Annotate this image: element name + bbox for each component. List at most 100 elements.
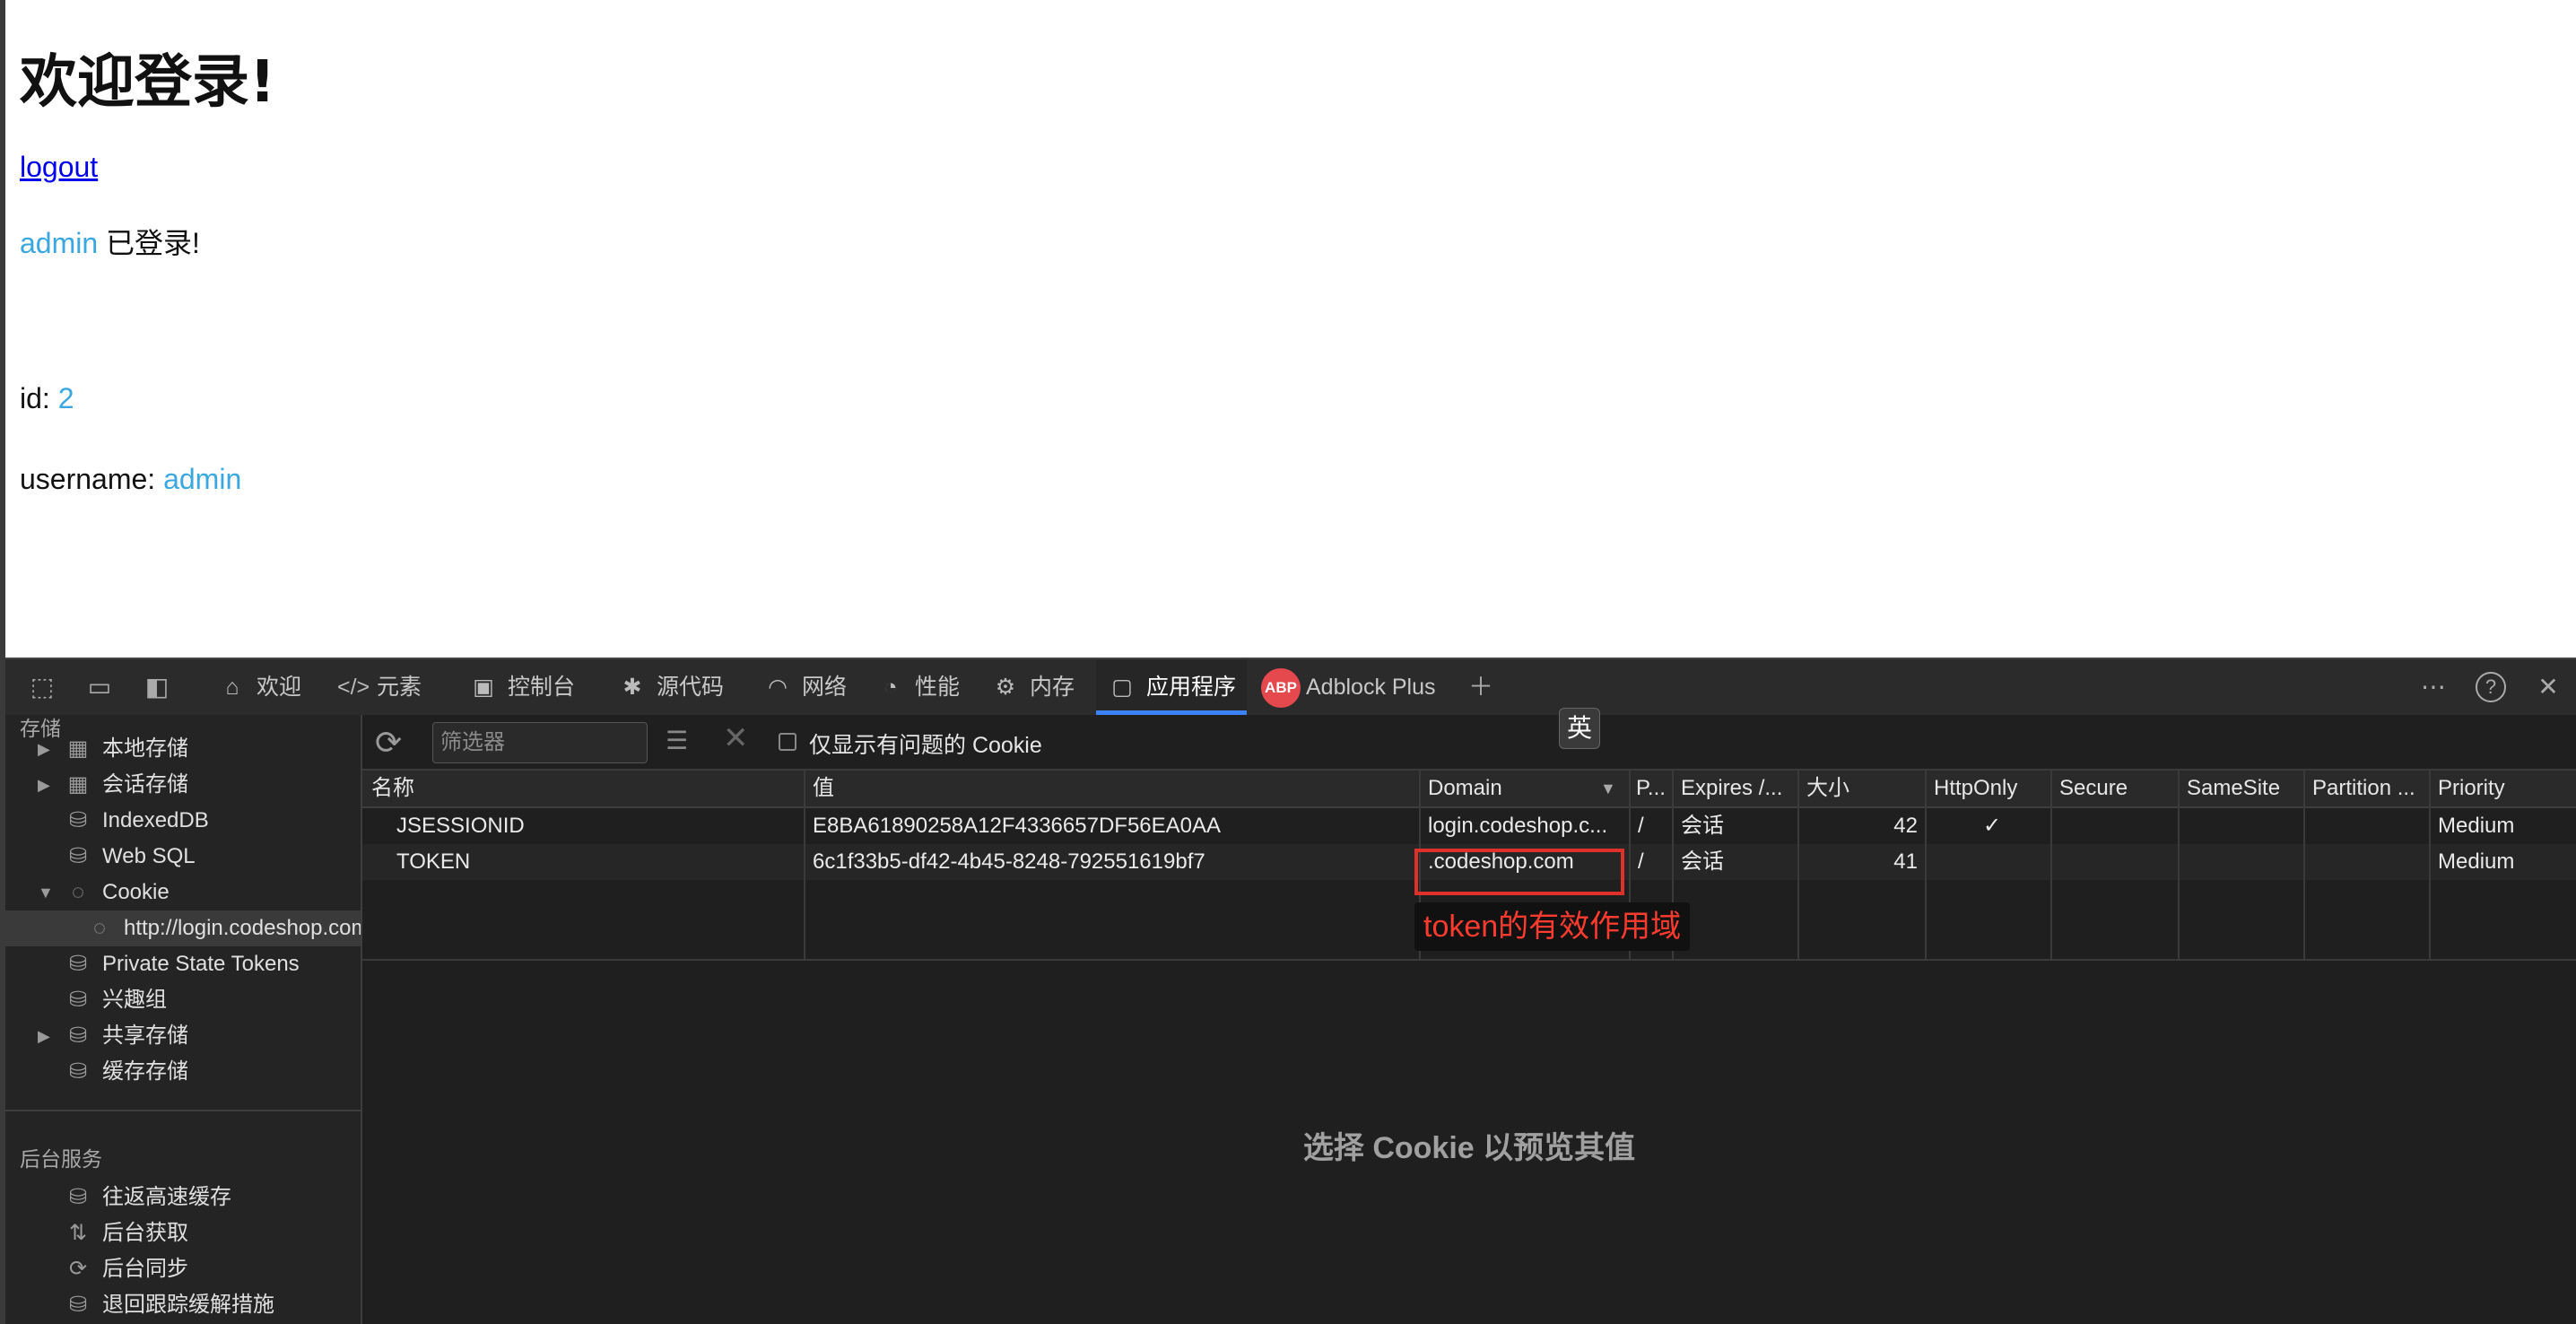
expand-arrow-icon[interactable]: ▶ [38,1018,50,1054]
bug-icon: ✱ [622,675,642,700]
delete-selected-icon[interactable]: ✕ [723,720,749,756]
column-divider[interactable] [804,771,805,959]
column-divider[interactable] [1797,771,1799,959]
close-icon[interactable]: ✕ [2533,672,2563,702]
cookie-panel: ⟳ ☰ ✕ 仅显示有问题的 Cookie 名称 值 Domain ▼ P... … [362,715,2576,1324]
col-samesite[interactable]: SameSite [2187,771,2303,806]
column-divider[interactable] [2303,771,2305,959]
sidebar-item-cache-storage[interactable]: ⛁ 缓存存储 [5,1054,361,1090]
tab-adblock-plus[interactable]: ABP Adblock Plus [1261,659,1436,715]
sidebar-item-local-storage[interactable]: ▶ ▦ 本地存储 [5,731,361,767]
tab-network[interactable]: ◠ 网络 [762,659,847,715]
gauge-icon: ◔ [883,675,898,700]
tab-console[interactable]: ▣ 控制台 [468,659,575,715]
cookie-path: / [1638,849,1644,874]
column-divider[interactable] [2178,771,2180,959]
sidebar-item-interest-groups[interactable]: ⛁ 兴趣组 [5,982,361,1018]
table-header: 名称 值 Domain ▼ P... Expires /... 大小 HttpO… [362,771,2576,808]
devtools-panel: ⬚ ▭ ◧ ⌂ 欢迎 </> 元素 ▣ 控制台 ✱ 源代码 ◠ 网络 ◔ 性能 ⚙ 内存 ▢ 应… [0,658,2576,1324]
tab-welcome[interactable]: ⌂ 欢迎 [217,659,301,715]
login-user: admin [20,227,99,259]
logout-link[interactable]: logout [20,151,98,184]
help-icon[interactable]: ? [2476,672,2506,702]
id-value: 2 [57,382,74,414]
col-domain[interactable]: Domain [1428,771,1589,806]
collapse-arrow-icon[interactable]: ▼ [38,875,54,910]
dock-side-icon[interactable]: ◧ [142,672,172,702]
device-emulation-icon[interactable]: ▭ [84,672,115,702]
grid-icon: ▦ [67,772,89,797]
col-size[interactable]: 大小 [1806,771,1923,806]
login-suffix: 已登录! [98,227,200,259]
inspect-icon[interactable]: ⬚ [27,672,57,702]
col-secure[interactable]: Secure [2059,771,2176,806]
tab-application[interactable]: ▢ 应用程序 [1096,659,1248,715]
cookie-icon: ◌ [71,880,85,904]
col-expires[interactable]: Expires /... [1681,771,1797,806]
cookie-expires: 会话 [1681,849,1724,874]
sidebar-item-indexeddb[interactable]: ⛁ IndexedDB [5,803,361,839]
only-issues-checkbox[interactable] [779,733,796,751]
add-tab-icon[interactable]: ＋ [1466,672,1496,702]
sidebar-item-shared-storage[interactable]: ▶ ⛁ 共享存储 [5,1018,361,1054]
col-path[interactable]: P... [1636,771,1667,806]
background-services-header: 后台服务 [20,1147,102,1171]
database-icon: ⛁ [68,952,88,976]
column-divider[interactable] [1925,771,1927,959]
sidebar-item-session-storage[interactable]: ▶ ▦ 会话存储 [5,767,361,803]
fetch-arrows-icon: ⇅ [68,1221,88,1245]
preview-placeholder: 选择 Cookie 以预览其值 [1302,1131,1636,1165]
sidebar-item-background-fetch[interactable]: ⇅ 后台获取 [5,1215,361,1251]
column-divider[interactable] [2429,771,2431,959]
more-options-icon[interactable]: ⋯ [2418,672,2449,702]
col-partition[interactable]: Partition ... [2312,771,2427,806]
sidebar-item-background-sync[interactable]: ⟳ 后台同步 [5,1251,361,1287]
col-value[interactable]: 值 [813,771,1136,806]
web-page: 欢迎登录! logout admin 已登录! id: 2 username: … [0,0,2576,658]
cookie-httponly: ✓ [1982,814,2002,838]
column-divider[interactable] [2050,771,2052,959]
refresh-icon[interactable]: ⟳ [375,724,402,762]
sidebar-item-private-state-tokens[interactable]: ⛁ Private State Tokens [5,946,361,982]
cookie-value: 6c1f33b5-df42-4b45-8248-792551619bf7 [813,849,1205,874]
filter-input[interactable] [432,722,648,763]
cookie-httponly [1934,844,2050,880]
annotation-label: token的有效作用域 [1414,902,1691,951]
sync-icon: ⟳ [68,1257,88,1281]
col-name[interactable]: 名称 [371,771,694,806]
sidebar-item-bfcache[interactable]: ⛁ 往返高速缓存 [5,1180,361,1215]
home-icon: ⌂ [225,675,239,700]
sidebar-divider [5,1110,361,1111]
sidebar-item-cookie[interactable]: ▼ ◌ Cookie [5,875,361,910]
page-heading: 欢迎登录! [20,49,276,116]
cookie-priority: Medium [2438,849,2515,874]
sidebar-item-websql[interactable]: ⛁ Web SQL [5,839,361,875]
devtools-toolbar: ⬚ ▭ ◧ ⌂ 欢迎 </> 元素 ▣ 控制台 ✱ 源代码 ◠ 网络 ◔ 性能 ⚙ 内存 ▢ 应… [5,658,2576,715]
chip-icon: ⚙ [995,675,1016,700]
tab-performance[interactable]: ◔ 性能 [875,659,960,715]
abp-icon: ABP [1261,668,1301,709]
table-row[interactable]: JSESSIONID E8BA61890258A12F4336657DF56EA… [362,808,2576,844]
col-httponly[interactable]: HttpOnly [1934,771,2050,806]
tab-memory[interactable]: ⚙ 内存 [990,659,1075,715]
sort-desc-icon: ▼ [1600,780,1616,797]
cookie-name: JSESSIONID [396,814,525,838]
expand-arrow-icon[interactable]: ▶ [38,731,50,767]
table-bottom-border [362,959,2576,961]
cookie-value: E8BA61890258A12F4336657DF56EA0AA [813,814,1222,838]
sidebar-item-cookie-origin[interactable]: ◌ http://login.codeshop.com [5,910,361,946]
tab-elements[interactable]: </> 元素 [337,659,422,715]
col-priority[interactable]: Priority [2438,771,2563,806]
database-icon: ⛁ [68,808,88,832]
code-icon: </> [337,675,370,700]
tab-sources[interactable]: ✱ 源代码 [617,659,725,715]
annotation-highlight-box [1414,849,1624,895]
database-icon: ⛁ [68,988,88,1012]
database-icon: ⛁ [68,1293,88,1317]
ime-indicator: 英 [1559,708,1600,749]
sidebar-item-bounce-tracking[interactable]: ⛁ 退回跟踪缓解措施 [5,1287,361,1323]
expand-arrow-icon[interactable]: ▶ [38,767,50,803]
clear-all-icon[interactable]: ☰ [666,726,688,755]
username-line: username: admin [20,463,241,496]
cookie-name: TOKEN [396,849,471,874]
